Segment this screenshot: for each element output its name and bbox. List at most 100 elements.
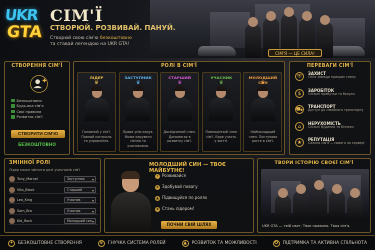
role-desc: Права усім керує. Може керувати сім'єю т… xyxy=(122,130,154,148)
youngest-benefit-item: ★ Здобувай повагу xyxy=(155,184,198,191)
perk-item: ⛨ ЗАХИСТ Сім'я завжди прикриє спину xyxy=(295,71,369,84)
member-row: Tony_Marvel Заступник xyxy=(9,175,98,183)
footer-feature: ▲ РОЗВИТОК ТА МОЖЛИВОСТІ xyxy=(181,239,257,247)
youngest-benefit-item: ♛ Стань лідером! xyxy=(155,206,194,213)
footer-feature-label: БЕЗКОШТОВНЕ СТВОРЕННЯ xyxy=(18,240,82,246)
gang-header-art xyxy=(150,0,375,58)
member-row: Leo_King Учасник xyxy=(9,196,98,204)
page-title: СІМ'Ї xyxy=(50,6,103,25)
hero-description: Створюй свою сім'ю безкоштовно та ставай… xyxy=(50,36,160,48)
role-card[interactable]: МОЛОДШИЙ СИН ♛ Наймолодший член. Поступово… xyxy=(243,72,283,152)
role-name: УЧАСНИК xyxy=(210,74,233,80)
perk-item: ⌂ НЕРУХОМІСТЬ Спільні будинки та бізнеси xyxy=(295,121,369,134)
avatar xyxy=(9,197,15,203)
role-card[interactable]: ЛІДЕР ♛ Головний у сім'ї. Повний контроль … xyxy=(77,72,116,152)
add-user-icon xyxy=(30,75,48,93)
member-name: Kid_Rock xyxy=(17,219,33,223)
youngest-benefit-item: ▲ Підвищуйся по ролях xyxy=(155,195,207,202)
benefit-label: Здобувай повагу xyxy=(162,184,198,189)
money-icon: $ xyxy=(295,88,304,98)
hero-desc-accent: безкоштовно xyxy=(99,36,132,41)
check-icon xyxy=(11,115,15,119)
footer-feature-label: ПІДТРИМКА ТА АКТИВНА СПІЛЬНОТА xyxy=(282,240,367,246)
family-roles-panel: РОЛІ В СІМ'Ї ЛІДЕР ♛ Головний у сім'ї. Пов… xyxy=(73,61,285,155)
role-card[interactable]: УЧАСНИК ♛ Повноцінний член сім'ї. Бере уча… xyxy=(201,72,241,152)
role-desc: Головний у сім'ї. Повний контроль та упр… xyxy=(81,130,112,144)
perk-desc: Сильна сім'я — повага на сервері xyxy=(308,141,365,145)
footer-feature-label: ГНУЧКА СИСТЕМА РОЛЕЙ xyxy=(107,240,166,246)
family-feature-banner: UKR GTA СІМ'Ї СТВОРЮЙ. РОЗВИВАЙ. ПАНУЙ. … xyxy=(0,0,375,250)
avatar xyxy=(9,186,15,193)
footer-features-bar: ✦ БЕЗКОШТОВНЕ СТВОРЕННЯ ♛ ГНУЧКА СИСТЕМА РО… xyxy=(0,235,375,250)
role-select[interactable]: Учасник xyxy=(64,197,96,204)
logo-bottom-text: GTA xyxy=(6,22,43,41)
shield-icon: ⛨ xyxy=(295,72,304,81)
role-card[interactable]: СТАРШИЙ ♛ Досвідчений член. Допомагає в ро… xyxy=(160,72,200,152)
create-feature-list: Безкоштовно Будь-яка сім'я Свої правила … xyxy=(11,98,44,120)
family-perks-panel: ПЕРЕВАГИ СІМ'Ї ⛨ ЗАХИСТ Сім'я завжди прикр… xyxy=(289,61,371,155)
role-select[interactable]: Молодший син xyxy=(64,218,96,225)
create-panel-title: СТВОРЕННЯ СІМ'Ї xyxy=(11,64,63,69)
create-family-panel: СТВОРЕННЯ СІМ'Ї Безкоштовно Будь-яка сім… xyxy=(4,61,70,155)
feature-item: Свої правила xyxy=(11,109,44,114)
roles-panel-title: РОЛІ В СІМ'Ї xyxy=(160,64,198,69)
star-icon: ★ xyxy=(295,138,304,147)
hero-desc-part1: Створюй свою сім'ю xyxy=(50,36,99,41)
perk-desc: Сім'я завжди прикриє спину xyxy=(308,75,356,79)
start-path-button[interactable]: ПОЧНИ СВІЙ ШЛЯХ xyxy=(161,221,217,229)
hero-desc-part2: та ставай легендою на UKR GTA! xyxy=(50,42,130,47)
member-name: Tony_Marvel xyxy=(17,177,38,181)
member-name: Leo_King xyxy=(17,198,33,202)
family-story-panel: ТВОРИ ІСТОРІЮ СВОЄЇ СІМ'Ї UKR GTA — твій… xyxy=(257,158,371,233)
role-desc: Досвідчений член. Допомагає в розвитку с… xyxy=(163,130,196,144)
role-select[interactable]: Учасник xyxy=(64,207,96,214)
change-panel-desc: Лідер може змінити ролі учасників сім'ї xyxy=(9,168,81,172)
benefit-label: Підвищуйся по ролях xyxy=(162,195,208,200)
role-portrait xyxy=(249,86,277,121)
role-desc: Повноцінний член сім'ї. Бере участь у жи… xyxy=(205,130,238,144)
feature-item: Будь-яка сім'я xyxy=(11,104,44,109)
benefit-icon: ⚡ xyxy=(155,173,160,179)
feature-item: Розвиток сім'ї xyxy=(11,115,44,120)
benefit-icon: ▲ xyxy=(155,195,160,201)
perk-desc: Спільні будинки та бізнеси xyxy=(308,124,354,129)
role-select[interactable]: Заступник xyxy=(64,176,96,183)
story-panel-title: ТВОРИ ІСТОРІЮ СВОЄЇ СІМ'Ї xyxy=(274,161,354,166)
benefit-label: Стань лідером! xyxy=(162,206,195,211)
gift-icon: ✦ xyxy=(8,239,16,247)
member-name: Vito_Black xyxy=(17,187,35,192)
role-portrait xyxy=(166,86,194,121)
support-icon: ✪ xyxy=(272,239,280,247)
avatar xyxy=(9,218,15,224)
avatar xyxy=(9,176,15,182)
role-desc: Наймолодший член. Поступово росте в сім'… xyxy=(248,130,278,144)
ukr-gta-logo[interactable]: UKR GTA xyxy=(4,6,43,46)
house-icon: ⌂ xyxy=(295,121,304,131)
role-card[interactable]: ЗАСТУПНИК ♛ Права усім керує. Може керуват… xyxy=(118,72,158,152)
footer-feature: ✪ ПІДТРИМКА ТА АКТИВНА СПІЛЬНОТА xyxy=(272,239,367,247)
perk-item: ★ РЕПУТАЦІЯ Сильна сім'я — повага на серве… xyxy=(295,137,369,150)
family-group-image xyxy=(261,169,369,221)
check-icon xyxy=(11,104,15,108)
story-caption: UKR GTA — твій сват. Твоє правило. Твоя … xyxy=(262,224,351,228)
change-panel-title: ЗМІННОЇ РОЛІ xyxy=(9,161,51,166)
car-icon: ⛟ xyxy=(295,105,304,114)
free-tag: БЕЗКОШТОВНО xyxy=(18,142,56,147)
role-name: ЛІДЕР xyxy=(89,74,104,80)
perk-item: ⛟ ТРАНСПОРТ Доступ до сімейного транспорту xyxy=(295,104,369,117)
benefit-label: Розвивайся xyxy=(162,173,186,178)
footer-feature: ♛ ГНУЧКА СИСТЕМА РОЛЕЙ xyxy=(97,239,166,247)
check-icon xyxy=(11,98,15,103)
check-icon xyxy=(11,109,15,114)
page-subtitle: СТВОРЮЙ. РОЗВИВАЙ. ПАНУЙ. xyxy=(50,24,176,32)
role-portrait xyxy=(83,86,111,121)
perk-desc: Доступ до сімейного транспорту xyxy=(308,108,364,112)
role-select[interactable]: Старший xyxy=(64,186,96,193)
role-portrait xyxy=(207,86,235,121)
member-row: Vito_Black Старший xyxy=(9,186,98,194)
youngest-son-portrait xyxy=(111,169,151,231)
create-family-button[interactable]: СТВОРИТИ СІМ'Ю xyxy=(11,130,65,138)
feature-item: Безкоштовно xyxy=(11,98,44,103)
member-name: Sam_Bro xyxy=(17,208,32,213)
youngest-son-panel: МОЛОДШИЙ СИН — ТВОЄ МАЙБУТНЄ! ⚡ Розвивайс… xyxy=(104,158,254,233)
